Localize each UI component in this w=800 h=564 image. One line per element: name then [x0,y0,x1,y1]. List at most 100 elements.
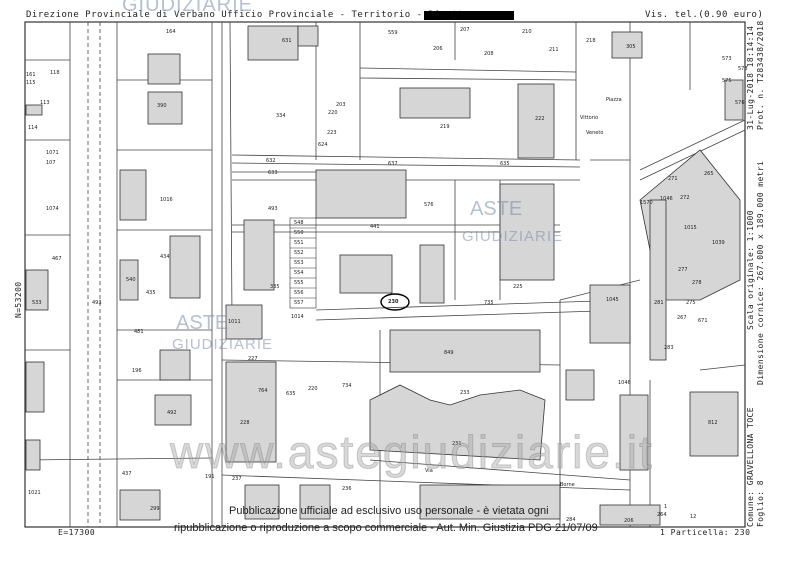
street-label-vittorio: Vittorio [580,115,599,121]
parcel-label: 233 [460,390,470,396]
parcel-label: 1016 [160,197,173,203]
parcel-label: 206 [433,46,443,52]
parcel-label: 281 [654,300,664,306]
parcel-label: 118 [50,70,60,76]
street-label-veneto: Veneto [586,130,604,136]
parcel-label: 335 [270,284,280,290]
parcel-label: 277 [678,267,688,273]
parcel-label: 551 [294,240,304,246]
parcel-label: 573 [722,56,732,62]
notice-line-2: ripubblicazione o riproduzione a scopo c… [174,522,598,534]
parcel-label: 210 [522,29,532,35]
parcel-label: 637 [388,161,398,167]
parcel-label: 548 [294,220,304,226]
parcel-label: 734 [342,383,352,389]
parcel-label: 390 [157,103,167,109]
side-foglio: Foglio: 8 [756,480,765,527]
parcel-label: 223 [327,130,337,136]
parcel-label: 492 [167,410,177,416]
parcel-label: 1015 [684,225,697,231]
parcel-label: 265 [704,171,714,177]
parcel-label: 222 [535,116,545,122]
notice-line-1: Pubblicazione ufficiale ad esclusivo uso… [229,505,549,517]
parcel-label: 225 [513,284,523,290]
parcel-label: 849 [444,350,454,356]
parcel-label: 299 [150,506,160,512]
parcel-label: 467 [52,256,62,262]
parcel-label: 441 [370,224,380,230]
watermark-giudiziarie-left: GIUDIZIARIE [172,336,274,353]
watermark-site-url: www.astegiudiziarie.it [170,426,654,479]
parcel-label: 115 [26,80,36,86]
parcel-label: 211 [549,47,559,53]
watermark-giudiziarie-top: GIUDIZIARIE [462,228,564,245]
parcel-label: 493 [92,300,102,306]
parcel-label: 206 [624,518,634,524]
parcel-labels: 164 631 559 206 207 208 210 211 218 305 … [0,0,800,564]
parcel-label: 631 [282,38,292,44]
parcel-label: 435 [146,290,156,296]
parcel-label: 208 [484,51,494,57]
parcel-label: 220 [308,386,318,392]
side-scale: Scala originale: 1:1000 [746,210,755,330]
parcel-label: 1014 [291,314,304,320]
parcel-label: 334 [276,113,286,119]
parcel-label: 275 [686,300,696,306]
east-coordinate: E=17300 [58,528,96,537]
parcel-label: 113 [40,100,50,106]
watermark-aste-logo-left: ASTE [176,312,229,334]
parcel-label: 555 [294,280,304,286]
watermark-giudiziarie-header: GIUDIZIARIE [122,0,254,16]
parcel-label: 1011 [228,319,241,325]
parcel-label: 635 [286,391,296,397]
parcel-label: 264 [657,512,667,518]
cadastral-map-page: Direzione Provinciale di Verbano Ufficio… [0,0,800,564]
parcel-label: 533 [32,300,42,306]
parcel-label: 271 [668,176,678,182]
parcel-label: 1046 [618,380,631,386]
parcel-label: 1039 [712,240,725,246]
parcel-label: 437 [122,471,132,477]
parcel-label: 576 [424,202,434,208]
side-protocol: Prot. n. T283438/2018 [756,20,765,130]
parcel-label: 12 [690,514,697,520]
parcel-label: 196 [132,368,142,374]
parcel-label: 552 [294,250,304,256]
parcel-label: 553 [294,260,304,266]
parcel-label: 1074 [46,206,59,212]
parcel-label: 114 [28,125,38,131]
parcel-label: 764 [258,388,268,394]
parcel-label: 219 [440,124,450,130]
parcel-label: 812 [708,420,718,426]
parcel-label: 283 [664,345,674,351]
particella-label: 1 Particella: 230 [660,528,751,537]
watermark-aste-logo-top: ASTE [470,198,523,220]
parcel-label: 624 [318,142,328,148]
parcel-label: 671 [698,318,708,324]
street-label-piazza: Piazza [606,97,622,103]
parcel-label: 107 [46,160,56,166]
parcel-label: 207 [460,27,470,33]
parcel-label: 1021 [28,490,41,496]
parcel-label: 735 [484,300,494,306]
parcel-label: 632 [266,158,276,164]
parcel-label: 1071 [46,150,59,156]
side-frame-size: Dimensione cornice: 267.000 x 189.000 me… [756,160,765,385]
parcel-label: 635 [500,161,510,167]
side-comune: Comune: GRAVELLONA TOCE [746,407,755,527]
parcel-label: 633 [268,170,278,176]
parcel-label: 230 [388,299,399,305]
parcel-label: 305 [626,44,636,50]
side-date: 31-Lug-2018 18:14:14 [746,25,755,130]
parcel-label: 557 [294,300,304,306]
parcel-label: 434 [160,254,170,260]
parcel-label: 164 [166,29,176,35]
parcel-label: 272 [680,195,690,201]
parcel-label: 550 [294,230,304,236]
parcel-label: 1045 [606,297,619,303]
north-coordinate: N=53200 [14,281,23,318]
street-label-borne: Borne [560,482,575,488]
parcel-label: 220 [328,110,338,116]
parcel-label: 540 [126,277,136,283]
parcel-label: 203 [336,102,346,108]
